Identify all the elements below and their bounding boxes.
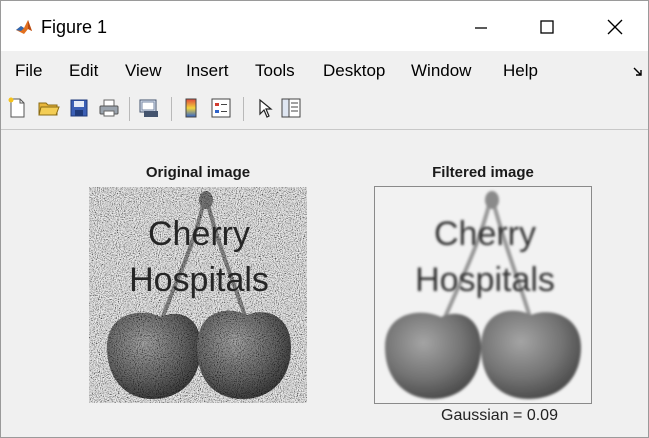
maximize-button[interactable] xyxy=(527,7,567,47)
toolbar-separator xyxy=(129,97,130,121)
menu-insert[interactable]: Insert xyxy=(186,61,229,81)
edit-plot-button[interactable] xyxy=(253,95,277,121)
toolbar-separator xyxy=(243,97,244,121)
new-figure-icon xyxy=(8,97,25,118)
toolbar xyxy=(1,91,648,127)
menu-window[interactable]: Window xyxy=(411,61,471,81)
dock-arrow-icon[interactable] xyxy=(633,67,643,77)
filtered-image-title: Filtered image xyxy=(432,164,534,181)
close-icon xyxy=(607,19,623,35)
original-image-title: Original image xyxy=(145,164,251,181)
legend-button[interactable] xyxy=(209,95,233,121)
figure-window: Figure 1 File Edit View Insert Tools Des… xyxy=(0,0,649,438)
link-figure-button[interactable] xyxy=(137,95,161,121)
maximize-icon xyxy=(540,20,554,34)
open-file-icon xyxy=(38,102,60,116)
edit-plot-icon xyxy=(259,98,273,118)
original-image-text-line-1: Cherry xyxy=(148,215,250,253)
filtered-image-text-line-2: Hospitals xyxy=(415,261,555,299)
original-image-text-line-2: Hospitals xyxy=(129,261,269,299)
menu-edit[interactable]: Edit xyxy=(69,61,98,81)
save-icon xyxy=(70,99,88,117)
menu-file[interactable]: File xyxy=(15,61,42,81)
property-editor-button[interactable] xyxy=(279,95,303,121)
legend-icon xyxy=(211,98,231,118)
save-button[interactable] xyxy=(67,95,91,121)
figure-canvas[interactable]: Original image Filtered image Cherry Hos… xyxy=(1,130,648,437)
menu-view[interactable]: View xyxy=(125,61,162,81)
print-button[interactable] xyxy=(97,95,121,121)
menu-desktop[interactable]: Desktop xyxy=(323,61,385,81)
menu-bar: File Edit View Insert Tools Desktop Wind… xyxy=(1,55,648,87)
property-editor-icon xyxy=(281,98,301,118)
open-file-button[interactable] xyxy=(37,95,61,121)
filtered-image-xlabel: Gaussian = 0.09 xyxy=(441,407,558,424)
window-title: Figure 1 xyxy=(41,17,108,37)
close-button[interactable] xyxy=(595,7,635,47)
new-figure-button[interactable] xyxy=(5,95,29,121)
colorbar-button[interactable] xyxy=(179,95,203,121)
colorbar-icon xyxy=(185,98,197,118)
original-image[interactable]: Cherry Hospitals xyxy=(89,187,307,403)
menu-help[interactable]: Help xyxy=(503,61,538,81)
menu-tools[interactable]: Tools xyxy=(255,61,295,81)
toolbar-separator xyxy=(171,97,172,121)
filtered-image[interactable]: Cherry Hospitals xyxy=(374,186,592,404)
print-icon xyxy=(99,99,119,117)
title-bar[interactable]: Figure 1 xyxy=(1,1,648,51)
matlab-icon xyxy=(15,18,33,36)
minimize-icon xyxy=(475,27,487,29)
link-figure-icon xyxy=(139,99,158,117)
minimize-button[interactable] xyxy=(461,7,501,47)
filtered-image-text-line-1: Cherry xyxy=(434,215,536,253)
